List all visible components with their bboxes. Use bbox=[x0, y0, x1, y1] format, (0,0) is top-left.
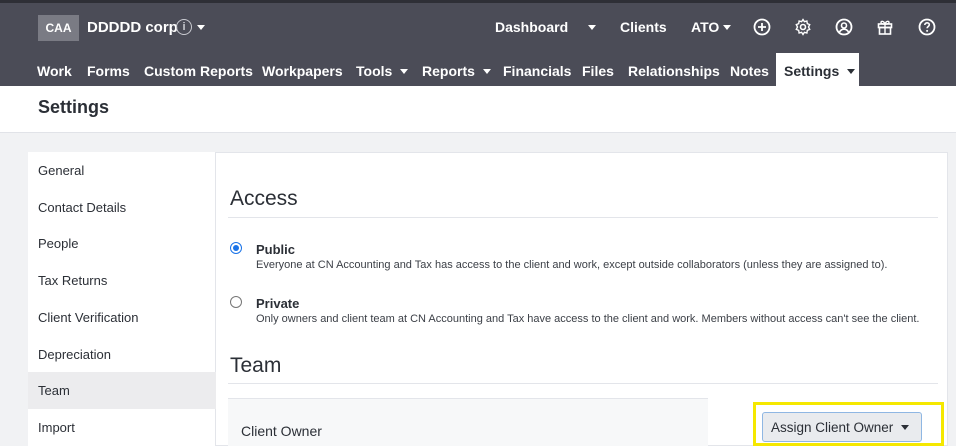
chevron-down-icon bbox=[482, 68, 491, 74]
nav-relationships[interactable]: Relationships bbox=[628, 53, 720, 89]
top-bar: CAA DDDDD corp i Dashboard Clients ATO W… bbox=[0, 0, 956, 89]
sidebar-item-client-verification[interactable]: Client Verification bbox=[28, 299, 216, 336]
user-circle-icon[interactable] bbox=[835, 18, 853, 36]
chevron-down-icon bbox=[901, 424, 910, 430]
divider bbox=[228, 383, 938, 384]
private-description: Only owners and client team at CN Accoun… bbox=[256, 313, 920, 325]
sidebar-item-people[interactable]: People bbox=[28, 225, 216, 262]
sidebar-item-team[interactable]: Team bbox=[28, 372, 216, 409]
nav-tools[interactable]: Tools bbox=[356, 53, 409, 89]
team-heading: Team bbox=[230, 354, 282, 377]
client-code-badge[interactable]: CAA bbox=[38, 15, 79, 41]
nav-forms[interactable]: Forms bbox=[87, 53, 130, 89]
chevron-down-icon bbox=[847, 68, 856, 74]
public-radio[interactable] bbox=[230, 242, 242, 254]
client-name[interactable]: DDDDD corp bbox=[87, 19, 178, 36]
gear-icon[interactable] bbox=[794, 18, 812, 36]
chevron-down-icon[interactable] bbox=[197, 25, 205, 30]
gift-icon[interactable] bbox=[876, 18, 894, 36]
dashboard-link[interactable]: Dashboard bbox=[495, 19, 568, 35]
chevron-down-icon bbox=[400, 68, 409, 74]
nav-workpapers[interactable]: Workpapers bbox=[262, 53, 343, 89]
assign-client-owner-button[interactable]: Assign Client Owner bbox=[762, 412, 922, 442]
chevron-down-icon[interactable] bbox=[723, 25, 731, 30]
nav-reports[interactable]: Reports bbox=[422, 53, 491, 89]
info-icon[interactable]: i bbox=[176, 19, 192, 35]
private-radio[interactable] bbox=[230, 296, 242, 308]
page-title: Settings bbox=[38, 97, 110, 117]
public-label[interactable]: Public bbox=[256, 242, 295, 257]
ato-menu[interactable]: ATO bbox=[691, 19, 719, 35]
nav-reports-label: Reports bbox=[422, 63, 475, 79]
sidebar-item-tax-returns[interactable]: Tax Returns bbox=[28, 262, 216, 299]
assign-client-owner-label: Assign Client Owner bbox=[771, 419, 894, 435]
plus-circle-icon[interactable] bbox=[753, 18, 771, 36]
sidebar-item-contact-details[interactable]: Contact Details bbox=[28, 189, 216, 226]
help-icon[interactable] bbox=[918, 18, 936, 36]
chevron-down-icon[interactable] bbox=[588, 25, 596, 30]
nav-notes[interactable]: Notes bbox=[730, 53, 769, 89]
nav-tools-label: Tools bbox=[356, 63, 393, 79]
sidebar-item-general[interactable]: General bbox=[28, 152, 216, 189]
nav-work[interactable]: Work bbox=[37, 53, 72, 89]
nav-settings-label: Settings bbox=[784, 63, 840, 79]
client-owner-row: Client Owner bbox=[228, 398, 708, 446]
clients-link[interactable]: Clients bbox=[620, 19, 667, 35]
sidebar-item-depreciation[interactable]: Depreciation bbox=[28, 336, 216, 373]
page-header: Settings bbox=[0, 86, 956, 133]
divider bbox=[228, 217, 938, 218]
nav-settings[interactable]: Settings bbox=[776, 53, 859, 89]
sidebar-item-import[interactable]: Import bbox=[28, 409, 216, 446]
public-description: Everyone at CN Accounting and Tax has ac… bbox=[256, 259, 888, 271]
nav-financials[interactable]: Financials bbox=[503, 53, 571, 89]
settings-sidebar: General Contact Details People Tax Retur… bbox=[28, 152, 216, 446]
nav-custom-reports[interactable]: Custom Reports bbox=[144, 53, 253, 89]
private-label[interactable]: Private bbox=[256, 296, 299, 311]
nav-files[interactable]: Files bbox=[582, 53, 614, 89]
access-heading: Access bbox=[230, 187, 298, 210]
client-owner-label: Client Owner bbox=[241, 423, 322, 439]
